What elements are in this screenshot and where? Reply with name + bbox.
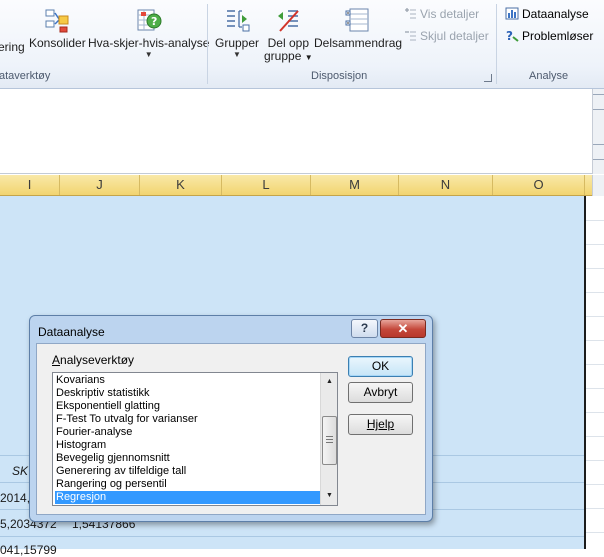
grupper-button[interactable]: Grupper ▼ — [215, 7, 259, 59]
group-label-analyse: Analyse — [529, 70, 569, 82]
hva-skjer-hvis-button[interactable]: ? Hva-skjer-hvis-analyse ▼ — [88, 7, 209, 59]
help-button[interactable]: ? — [351, 319, 378, 338]
gridline — [586, 412, 604, 413]
list-item[interactable]: Histogram — [55, 439, 320, 452]
gridline — [586, 340, 604, 341]
gridline — [586, 436, 604, 437]
group-divider — [496, 4, 497, 84]
group-icon — [227, 10, 250, 32]
chevron-down-icon: ▼ — [304, 53, 313, 62]
list-item[interactable]: Kovarians — [55, 374, 320, 387]
column-header-l[interactable]: L — [222, 175, 311, 195]
gridline — [586, 244, 604, 245]
close-button[interactable]: ✕ — [380, 319, 426, 338]
group-label-disposisjon: Disposisjon — [311, 70, 368, 82]
ungroup-icon — [278, 10, 300, 32]
consolidate-icon — [45, 9, 69, 33]
list-item[interactable]: F-Test To utvalg for varianser — [55, 413, 320, 426]
row-gridline — [0, 536, 584, 537]
group-divider — [207, 4, 208, 84]
svg-text:?: ? — [151, 15, 157, 28]
gridline — [586, 316, 604, 317]
gridline — [586, 388, 604, 389]
ok-button[interactable]: OK — [348, 356, 413, 377]
right-edge-column — [586, 196, 604, 549]
dataanalyse-dialog: Dataanalyse ? ✕ Analyseverktøy Kovarians… — [29, 315, 433, 522]
cancel-button[interactable]: Avbryt — [348, 382, 413, 403]
gridline — [586, 364, 604, 365]
dialog-launcher-icon[interactable] — [484, 74, 492, 82]
dialog-title: Dataanalyse — [38, 325, 105, 339]
konsolider-button[interactable]: Konsolider — [29, 7, 86, 50]
solver-icon: ? — [505, 29, 519, 43]
list-item[interactable]: Eksponentiell glatting — [55, 400, 320, 413]
delsammendrag-button[interactable]: Delsammendrag — [314, 7, 402, 50]
scroll-segment — [593, 144, 604, 160]
list-item[interactable]: Deskriptiv statistikk — [55, 387, 320, 400]
gridline — [586, 220, 604, 221]
scroll-segment — [593, 94, 604, 110]
question-icon: ? — [360, 321, 369, 335]
scroll-up-icon[interactable]: ▲ — [321, 375, 337, 389]
list-item[interactable]: Rangering og persentil — [55, 478, 320, 491]
group-label-dataverktoy: ataverktøy — [0, 70, 51, 82]
help-text-button[interactable]: Hjelp — [348, 414, 413, 435]
gridline — [586, 508, 604, 509]
what-if-icon: ? — [137, 9, 162, 31]
skjul-detaljer-button[interactable]: Skjul detaljer — [403, 29, 489, 44]
gridline — [586, 268, 604, 269]
data-analysis-icon — [505, 7, 519, 20]
gridline — [586, 532, 604, 533]
rangering-button[interactable]: ering — [0, 41, 25, 54]
column-header-n[interactable]: N — [399, 175, 493, 195]
column-header-o[interactable]: O — [493, 175, 585, 195]
column-header-m[interactable]: M — [311, 175, 399, 195]
cell-value[interactable]: 041,15799 — [0, 543, 57, 557]
formula-bar-content[interactable] — [0, 89, 592, 174]
dialog-body: Analyseverktøy Kovarians Deskriptiv stat… — [36, 343, 426, 515]
column-header-j[interactable]: J — [60, 175, 140, 195]
chevron-down-icon: ▼ — [233, 50, 241, 59]
gridline — [586, 484, 604, 485]
close-icon: ✕ — [397, 321, 409, 336]
column-header-k[interactable]: K — [140, 175, 222, 195]
list-item[interactable]: Bevegelig gjennomsnitt — [55, 452, 320, 465]
dataanalyse-button[interactable]: Dataanalyse — [505, 7, 589, 22]
analysis-tools-label: Analyseverktøy — [52, 353, 135, 367]
hide-detail-icon — [403, 29, 417, 42]
scroll-thumb[interactable] — [322, 416, 337, 465]
gridline — [586, 460, 604, 461]
corner-box — [592, 175, 604, 196]
list-item[interactable]: Generering av tilfeldige tall — [55, 465, 320, 478]
formula-bar-scroll[interactable] — [592, 89, 604, 174]
column-header-i[interactable]: I — [0, 175, 60, 195]
ribbon: ering Konsolider ? Hva-skjer-hvis-analys… — [0, 0, 604, 89]
chevron-down-icon: ▼ — [144, 50, 153, 59]
vis-detaljer-button[interactable]: Vis detaljer — [403, 7, 479, 22]
show-detail-icon — [403, 7, 417, 20]
listbox-scrollbar[interactable]: ▲ ▼ — [320, 373, 337, 505]
problemloser-button[interactable]: ? Problemløser — [505, 29, 593, 44]
cell-sk-header[interactable]: SK — [12, 464, 28, 478]
column-header-row: I J K L M N O — [0, 175, 592, 196]
scroll-down-icon[interactable]: ▼ — [321, 489, 337, 503]
list-item[interactable]: Fourier-analyse — [55, 426, 320, 439]
svg-text:?: ? — [506, 29, 513, 42]
gridline — [586, 292, 604, 293]
subtotal-icon — [345, 8, 369, 32]
analysis-tools-listbox[interactable]: Kovarians Deskriptiv statistikk Eksponen… — [52, 372, 338, 506]
list-item-selected[interactable]: Regresjon — [55, 491, 320, 504]
del-opp-gruppe-button[interactable]: Del opp gruppe ▼ — [264, 7, 313, 64]
